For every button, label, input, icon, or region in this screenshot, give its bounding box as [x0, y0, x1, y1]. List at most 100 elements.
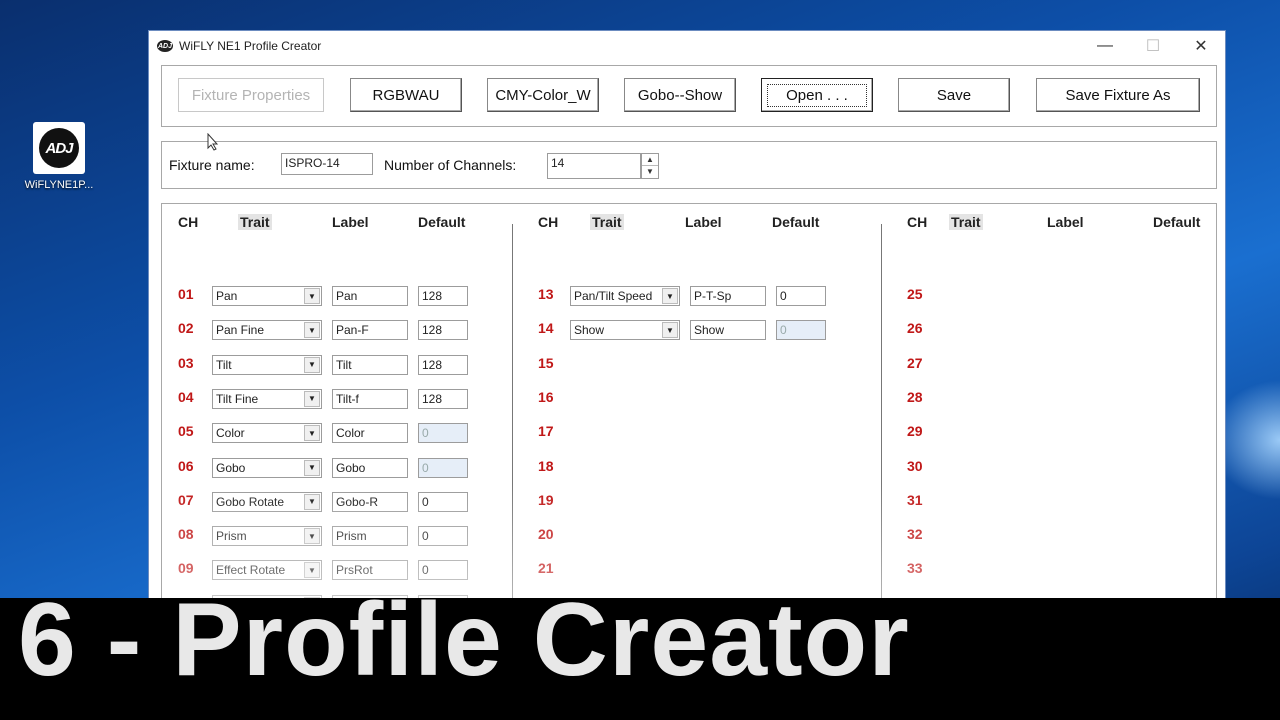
- title-bar[interactable]: ADJ WiFLY NE1 Profile Creator — ☐ ✕: [149, 31, 1225, 61]
- channel-number: 08: [178, 526, 194, 543]
- fixture-properties-button[interactable]: Fixture Properties: [178, 78, 324, 112]
- fixture-name-field[interactable]: ISPRO-14: [281, 153, 373, 175]
- default-field[interactable]: 128: [418, 388, 468, 409]
- desktop-shortcut-label: WiFLYNE1P...: [24, 179, 94, 191]
- rgbwau-button[interactable]: RGBWAU: [350, 78, 462, 112]
- chevron-down-icon[interactable]: ▼: [304, 425, 320, 442]
- label-field[interactable]: Gobo: [332, 457, 408, 478]
- channel-number: 31: [907, 491, 923, 508]
- save-button[interactable]: Save: [898, 78, 1010, 112]
- trait-value: Effect Rotate: [216, 563, 286, 578]
- trait-value: Gobo: [216, 460, 246, 475]
- channel-number: 30: [907, 457, 923, 474]
- channel-number: 21: [538, 560, 554, 577]
- default-field[interactable]: 128: [418, 320, 468, 341]
- trait-value: Show: [574, 323, 605, 338]
- column-header-trait: Trait: [590, 214, 624, 230]
- default-field[interactable]: 128: [418, 354, 468, 375]
- column-divider: [512, 224, 513, 601]
- trait-dropdown[interactable]: Tilt Fine ▼: [212, 388, 322, 409]
- save-fixture-as-button[interactable]: Save Fixture As: [1036, 78, 1200, 112]
- stepper-down-icon[interactable]: ▼: [642, 166, 658, 177]
- label-field[interactable]: Pan: [332, 286, 408, 306]
- label-field[interactable]: Color: [332, 423, 408, 444]
- channel-number: 16: [538, 388, 554, 405]
- default-field[interactable]: 0: [776, 286, 826, 306]
- default-field[interactable]: 0: [418, 423, 468, 444]
- maximize-button[interactable]: ☐: [1129, 31, 1177, 61]
- channel-number: 02: [178, 320, 194, 337]
- column-header-label: Label: [685, 214, 722, 230]
- chevron-down-icon[interactable]: ▼: [304, 459, 320, 476]
- chevron-down-icon[interactable]: ▼: [662, 288, 678, 304]
- gobo-show-button[interactable]: Gobo--Show: [624, 78, 736, 112]
- channels-stepper[interactable]: ▲ ▼: [641, 153, 659, 179]
- profile-creator-window: ADJ WiFLY NE1 Profile Creator — ☐ ✕ Fixt…: [148, 30, 1226, 602]
- default-field[interactable]: 0: [776, 320, 826, 341]
- channel-number: 05: [178, 423, 194, 440]
- trait-dropdown[interactable]: Effect Rotate ▼: [212, 560, 322, 581]
- fixture-info-bar: Fixture name: ISPRO-14 Number of Channel…: [161, 141, 1217, 189]
- label-field[interactable]: Show: [690, 320, 766, 341]
- chevron-down-icon[interactable]: ▼: [304, 356, 320, 373]
- default-field[interactable]: 0: [418, 491, 468, 512]
- chevron-down-icon[interactable]: ▼: [304, 493, 320, 510]
- label-field[interactable]: P-T-Sp: [690, 286, 766, 306]
- column-header-ch: CH: [178, 214, 199, 230]
- channel-number: 09: [178, 560, 194, 577]
- chevron-down-icon[interactable]: ▼: [304, 322, 320, 339]
- close-button[interactable]: ✕: [1177, 31, 1225, 61]
- chevron-down-icon[interactable]: ▼: [304, 528, 320, 545]
- trait-value: Pan Fine: [216, 323, 265, 338]
- column-header-trait: Trait: [238, 214, 272, 230]
- trait-dropdown[interactable]: Tilt ▼: [212, 354, 322, 375]
- label-field[interactable]: Pan-F: [332, 320, 408, 341]
- default-field[interactable]: 0: [418, 560, 468, 581]
- caption-title: 6 - Profile Creator: [18, 582, 910, 698]
- channel-number: 25: [907, 286, 923, 302]
- default-field[interactable]: 128: [418, 286, 468, 306]
- app-logo-icon: ADJ: [157, 40, 173, 52]
- trait-dropdown[interactable]: Pan ▼: [212, 286, 322, 306]
- trait-dropdown[interactable]: Gobo ▼: [212, 457, 322, 478]
- trait-value: Gobo Rotate: [216, 494, 285, 509]
- channel-number: 27: [907, 354, 923, 371]
- minimize-button[interactable]: —: [1081, 31, 1129, 61]
- column-divider: [881, 224, 882, 601]
- fixture-name-label: Fixture name:: [169, 157, 255, 173]
- trait-dropdown[interactable]: Show ▼: [570, 320, 680, 341]
- adj-logo-icon: ADJ: [33, 122, 85, 174]
- label-field[interactable]: Gobo-R: [332, 491, 408, 512]
- label-field[interactable]: Tilt-f: [332, 388, 408, 409]
- channel-number: 13: [538, 286, 554, 302]
- column-header-label: Label: [332, 214, 369, 230]
- stepper-up-icon[interactable]: ▲: [642, 154, 658, 166]
- trait-dropdown[interactable]: Gobo Rotate ▼: [212, 491, 322, 512]
- column-header-label: Label: [1047, 214, 1084, 230]
- trait-dropdown[interactable]: Pan Fine ▼: [212, 320, 322, 341]
- channels-field[interactable]: 14: [547, 153, 641, 179]
- channel-number: 28: [907, 388, 923, 405]
- chevron-down-icon[interactable]: ▼: [304, 562, 320, 579]
- open-button[interactable]: Open . . .: [761, 78, 873, 112]
- trait-dropdown[interactable]: Color ▼: [212, 423, 322, 444]
- trait-value: Tilt Fine: [216, 391, 259, 406]
- chevron-down-icon[interactable]: ▼: [662, 322, 678, 339]
- column-header-default: Default: [418, 214, 466, 230]
- channel-number: 01: [178, 286, 194, 302]
- column-header-ch: CH: [538, 214, 559, 230]
- default-field[interactable]: 0: [418, 526, 468, 547]
- label-field[interactable]: Prism: [332, 526, 408, 547]
- default-field[interactable]: 0: [418, 457, 468, 478]
- label-field[interactable]: Tilt: [332, 354, 408, 375]
- chevron-down-icon[interactable]: ▼: [304, 288, 320, 304]
- label-field[interactable]: PrsRot: [332, 560, 408, 581]
- column-header-trait: Trait: [949, 214, 983, 230]
- trait-dropdown[interactable]: Prism ▼: [212, 526, 322, 547]
- chevron-down-icon[interactable]: ▼: [304, 390, 320, 407]
- column-header-default: Default: [1153, 214, 1201, 230]
- channel-number: 32: [907, 526, 923, 543]
- trait-dropdown[interactable]: Pan/Tilt Speed ▼: [570, 286, 680, 306]
- cmy-color-button[interactable]: CMY-Color_W: [487, 78, 599, 112]
- desktop-shortcut[interactable]: ADJ WiFLYNE1P...: [14, 122, 104, 191]
